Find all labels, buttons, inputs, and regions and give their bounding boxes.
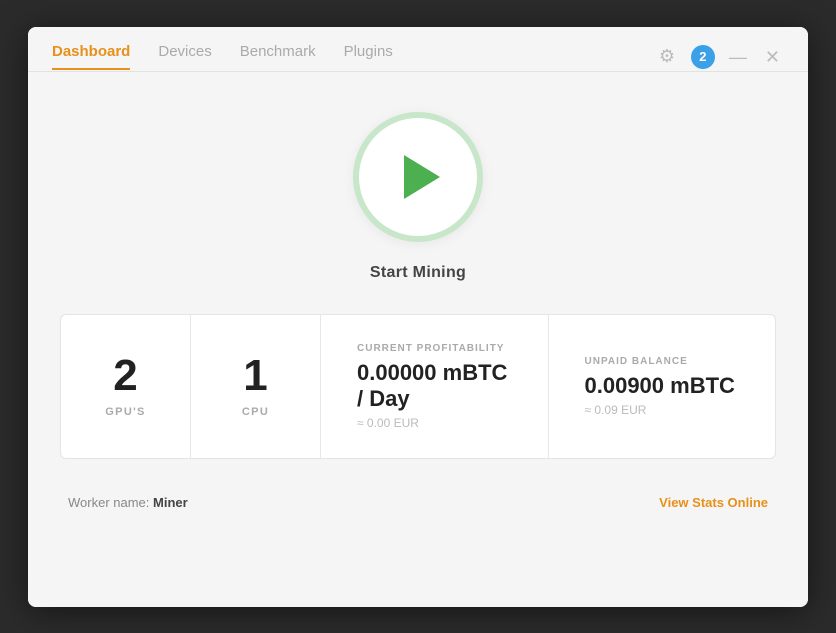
gpu-stat-card: 2 GPU'S bbox=[61, 315, 191, 459]
close-button[interactable]: ✕ bbox=[761, 46, 784, 68]
balance-eur: ≈ 0.09 EUR bbox=[585, 403, 647, 417]
cpu-stat-card: 1 CPU bbox=[191, 315, 321, 459]
worker-name-display: Worker name: Miner bbox=[68, 495, 188, 510]
play-icon bbox=[404, 155, 440, 199]
minimize-button[interactable]: — bbox=[725, 46, 751, 68]
balance-title: UNPAID BALANCE bbox=[585, 356, 688, 367]
balance-card: UNPAID BALANCE 0.00900 mBTC ≈ 0.09 EUR bbox=[549, 315, 776, 459]
stats-panel: 2 GPU'S 1 CPU CURRENT PROFITABILITY 0.00… bbox=[60, 314, 776, 460]
profitability-value: 0.00000 mBTC / Day bbox=[357, 360, 512, 413]
view-stats-link[interactable]: View Stats Online bbox=[659, 495, 768, 510]
gpu-count: 2 bbox=[113, 354, 137, 398]
titlebar-actions: ⚙ 2 — ✕ bbox=[653, 43, 784, 71]
gear-icon[interactable]: ⚙ bbox=[653, 43, 681, 71]
tab-plugins[interactable]: Plugins bbox=[344, 43, 393, 70]
worker-prefix: Worker name: bbox=[68, 495, 153, 510]
tab-devices[interactable]: Devices bbox=[158, 43, 211, 70]
footer: Worker name: Miner View Stats Online bbox=[60, 475, 776, 526]
cpu-label: CPU bbox=[242, 406, 269, 418]
profitability-title: CURRENT PROFITABILITY bbox=[357, 343, 504, 354]
worker-name-value: Miner bbox=[153, 495, 188, 510]
tab-dashboard[interactable]: Dashboard bbox=[52, 43, 130, 70]
start-mining-label: Start Mining bbox=[370, 264, 466, 282]
gpu-label: GPU'S bbox=[105, 406, 145, 418]
app-window: Dashboard Devices Benchmark Plugins ⚙ 2 … bbox=[28, 27, 808, 607]
main-content: Start Mining 2 GPU'S 1 CPU CURRENT PROFI… bbox=[28, 72, 808, 607]
titlebar: Dashboard Devices Benchmark Plugins ⚙ 2 … bbox=[28, 27, 808, 71]
balance-value: 0.00900 mBTC bbox=[585, 373, 735, 399]
nav-tabs: Dashboard Devices Benchmark Plugins bbox=[52, 43, 653, 70]
profitability-card: CURRENT PROFITABILITY 0.00000 mBTC / Day… bbox=[321, 315, 549, 459]
cpu-count: 1 bbox=[243, 354, 267, 398]
tab-benchmark[interactable]: Benchmark bbox=[240, 43, 316, 70]
notification-badge[interactable]: 2 bbox=[691, 45, 715, 69]
start-mining-button[interactable] bbox=[353, 112, 483, 242]
profitability-eur: ≈ 0.00 EUR bbox=[357, 416, 419, 430]
